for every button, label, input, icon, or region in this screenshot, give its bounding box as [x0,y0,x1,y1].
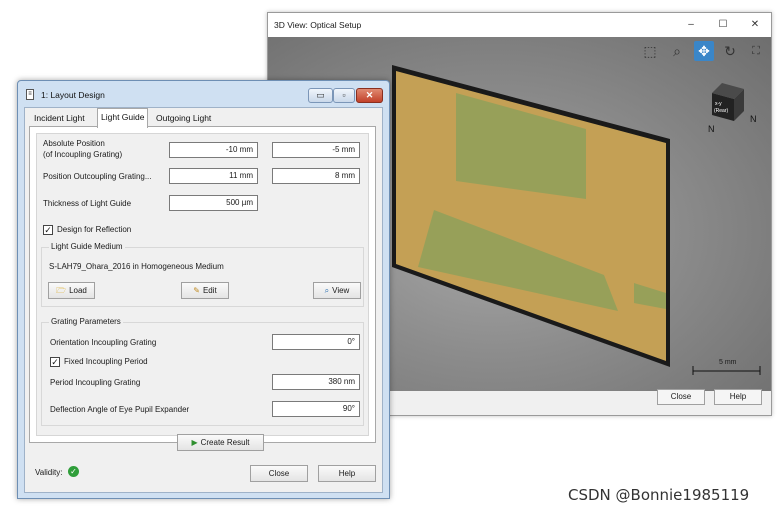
position-outcoupling-y-field[interactable]: 8 mm [272,168,360,184]
fixed-incoupling-period-label: Fixed Incoupling Period [64,357,148,366]
dialog-client-area: Incident Light Light Guide Outgoing Ligh… [24,107,383,493]
tab-outgoing-light[interactable]: Outgoing Light [153,110,214,126]
deflection-field[interactable]: 90° [272,401,360,417]
edit-button[interactable]: ✎ Edit [181,282,229,299]
light-guide-tab-panel: Absolute Position (of Incoupling Grating… [29,126,376,443]
3d-view-titlebar[interactable]: 3D View: Optical Setup – ☐ ✕ [268,13,771,37]
dialog-minimize-button[interactable]: ▭ [308,88,333,103]
light-guide-settings: Absolute Position (of Incoupling Grating… [36,133,369,436]
orientation-label: Orientation Incoupling Grating [50,338,157,347]
3d-view-title: 3D View: Optical Setup [274,20,362,30]
create-result-label: Create Result [200,438,250,447]
thickness-field[interactable]: 500 µm [169,195,258,211]
dialog-help-btn[interactable]: Help [318,465,376,482]
3d-close-button[interactable]: Close [657,389,705,405]
validity-ok-icon: ✓ [68,466,79,477]
folder-icon: 🗁 [56,286,67,295]
3d-help-button[interactable]: Help [714,389,762,405]
thickness-label: Thickness of Light Guide [43,199,132,208]
absolute-position-label: Absolute Position [43,139,105,148]
scale-bar-label: 5 mm [719,359,737,366]
app-icon: ≡ [26,89,34,100]
tab-incident-light[interactable]: Incident Light [31,110,88,126]
play-icon: ▶ [191,438,198,447]
load-button-label: Load [69,286,87,295]
layout-design-dialog: ≡ 1: Layout Design ▭ ▫ ✕ Incident Light … [17,80,390,499]
orientation-field[interactable]: 0° [272,334,360,350]
dialog-close-button[interactable]: ✕ [356,88,383,103]
svg-text:N: N [750,114,757,124]
period-field[interactable]: 380 nm [272,374,360,390]
create-result-button[interactable]: ▶ Create Result [177,434,264,451]
navigation-cube[interactable]: x-y (Rear) N N [708,83,757,134]
fixed-incoupling-period-checkbox[interactable]: ✓ [50,357,60,367]
period-label: Period Incoupling Grating [50,378,141,387]
svg-text:N: N [708,124,715,134]
design-for-reflection-label: Design for Reflection [57,225,132,234]
absolute-position-y-field[interactable]: -5 mm [272,142,360,158]
absolute-position-x-field[interactable]: -10 mm [169,142,258,158]
minimize-button[interactable]: – [680,17,702,33]
dialog-close-btn[interactable]: Close [250,465,308,482]
load-button[interactable]: 🗁 Load [48,282,95,299]
validity-label: Validity: [35,468,63,477]
light-guide-medium-label: Light Guide Medium [49,242,125,251]
pencil-icon: ✎ [193,286,200,295]
absolute-position-sublabel: (of Incoupling Grating) [43,150,123,159]
medium-value: S-LAH79_Ohara_2016 in Homogeneous Medium [49,262,224,271]
position-outcoupling-label: Position Outcoupling Grating... [43,172,152,181]
svg-text:(Rear): (Rear) [714,108,729,114]
dialog-maximize-button[interactable]: ▫ [333,88,355,103]
view-button-label: View [332,286,350,295]
maximize-button[interactable]: ☐ [712,17,734,33]
edit-button-label: Edit [202,286,217,295]
dialog-titlebar[interactable]: ≡ 1: Layout Design ▭ ▫ ✕ [18,81,389,107]
design-for-reflection-checkbox[interactable]: ✓ [43,225,53,235]
scale-bar [692,366,761,375]
magnifier-icon: ⌕ [324,286,330,295]
view-button[interactable]: ⌕ View [313,282,361,299]
dialog-title: 1: Layout Design [41,90,105,100]
deflection-label: Deflection Angle of Eye Pupil Expander [50,405,190,414]
svg-text:x-y: x-y [715,101,722,107]
position-outcoupling-x-field[interactable]: 11 mm [169,168,258,184]
watermark: CSDN @Bonnie1985119 [568,486,750,504]
tab-light-guide[interactable]: Light Guide [97,108,149,128]
close-window-button[interactable]: ✕ [744,17,766,33]
grating-parameters-label: Grating Parameters [49,317,123,326]
